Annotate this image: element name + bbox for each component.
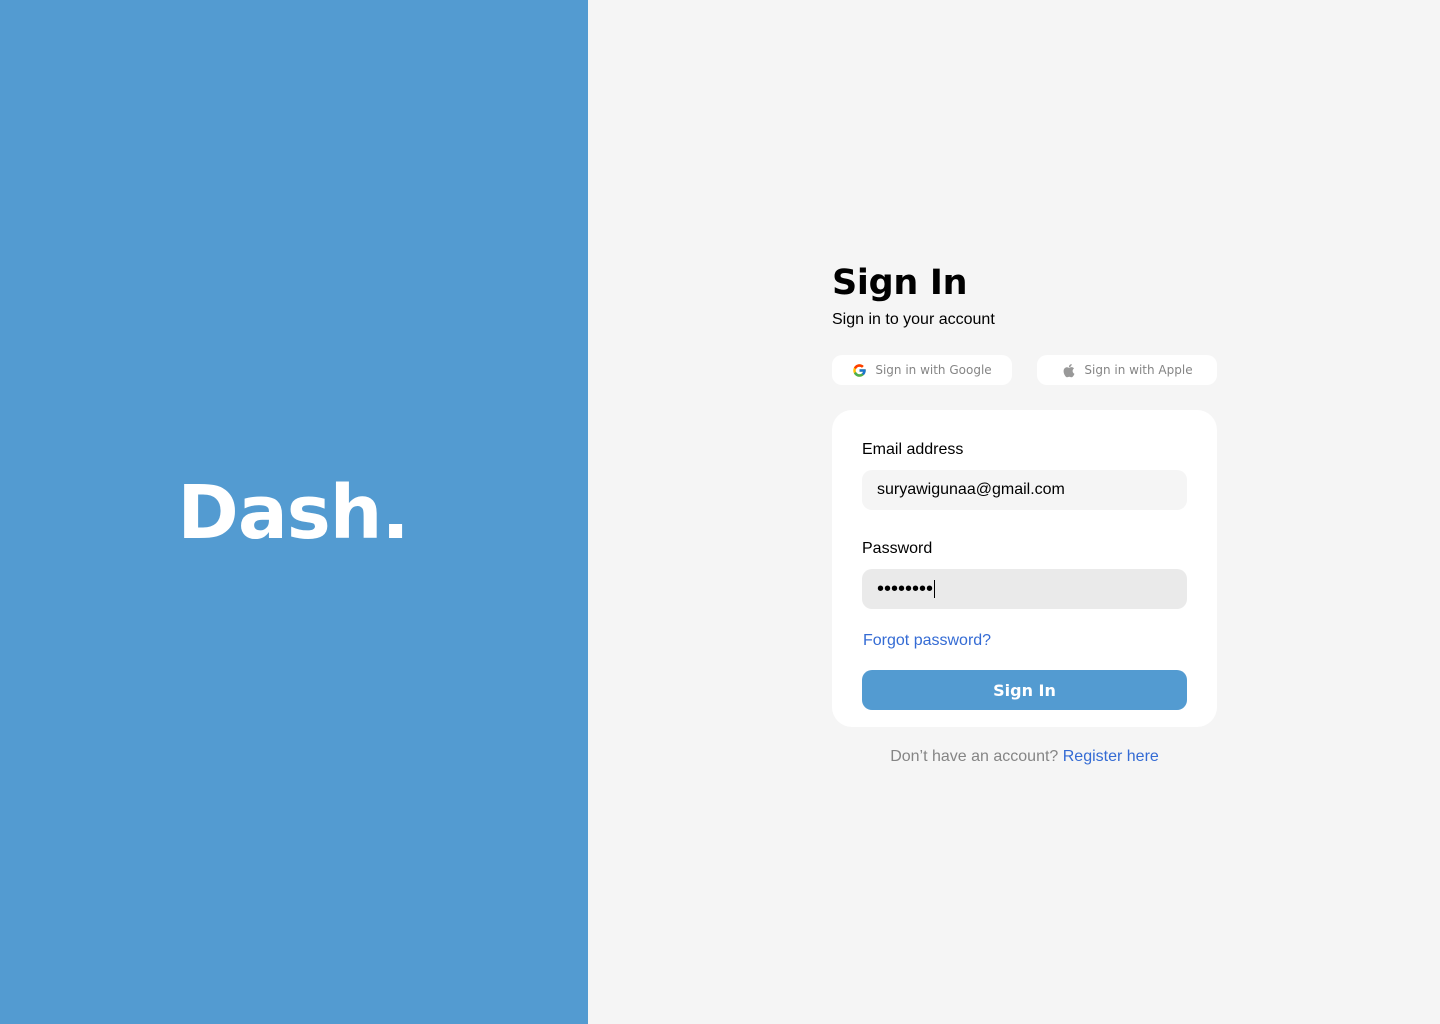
signin-form-card: Email address suryawigunaa@gmail.com Pas…: [832, 410, 1217, 727]
register-row: Don’t have an account? Register here: [832, 747, 1217, 767]
register-prompt: Don’t have an account?: [890, 748, 1063, 765]
page-subtitle: Sign in to your account: [832, 311, 995, 328]
signin-submit-button[interactable]: Sign In: [862, 670, 1187, 710]
brand-logo: Dash.: [177, 470, 409, 556]
apple-icon: [1061, 363, 1076, 378]
google-signin-button[interactable]: Sign in with Google: [832, 355, 1012, 385]
social-signin-row: Sign in with Google Sign in with Apple: [832, 355, 1217, 385]
brand-panel: Dash.: [0, 0, 588, 1024]
email-field[interactable]: suryawigunaa@gmail.com: [862, 470, 1187, 510]
password-label: Password: [862, 540, 933, 557]
apple-signin-button[interactable]: Sign in with Apple: [1037, 355, 1217, 385]
google-icon: [852, 363, 867, 378]
google-signin-label: Sign in with Google: [875, 363, 992, 377]
password-value: ••••••••: [877, 578, 934, 600]
forgot-password-link[interactable]: Forgot password?: [863, 631, 991, 651]
register-link[interactable]: Register here: [1063, 748, 1159, 765]
password-field[interactable]: ••••••••: [862, 569, 1187, 609]
text-cursor: [934, 580, 936, 598]
signin-section: Sign In Sign in to your account Sign in …: [832, 262, 1217, 767]
email-value: suryawigunaa@gmail.com: [877, 481, 1065, 498]
apple-signin-label: Sign in with Apple: [1084, 363, 1193, 377]
email-label: Email address: [862, 441, 964, 458]
page-title: Sign In: [832, 263, 968, 303]
